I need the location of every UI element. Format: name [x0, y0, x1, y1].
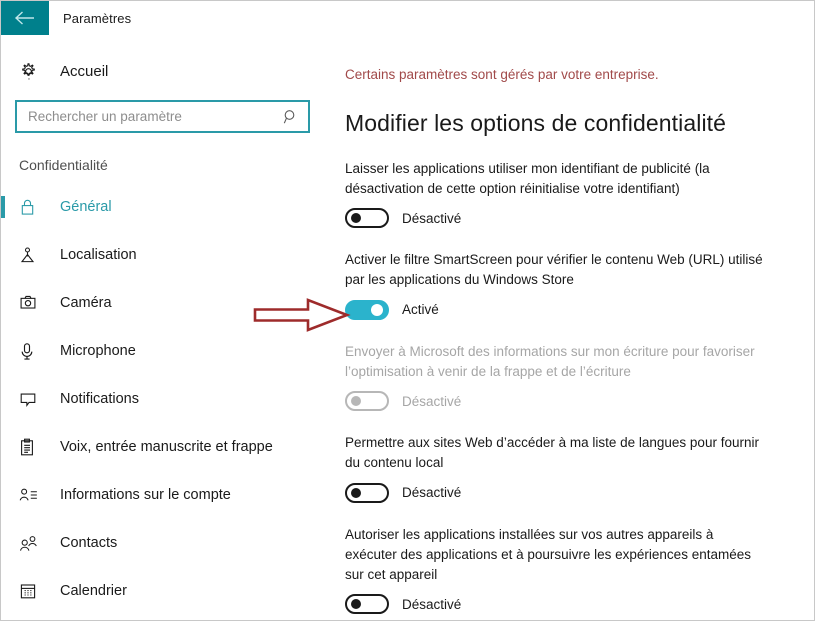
- toggle-language-list[interactable]: [345, 482, 389, 503]
- setting-description: Permettre aux sites Web d’accéder à ma l…: [345, 435, 759, 471]
- setting-typing-inking-telemetry: Envoyer à Microsoft des informations sur…: [345, 342, 800, 412]
- title-bar: Paramètres: [1, 1, 814, 35]
- setting-description: Activer le filtre SmartScreen pour vérif…: [345, 252, 763, 288]
- sidebar-item-account-info-label: Informations sur le compte: [60, 487, 231, 503]
- sidebar-item-camera-label: Caméra: [60, 295, 112, 311]
- sidebar-item-notifications-label: Notifications: [60, 391, 139, 407]
- back-arrow-icon: [14, 11, 34, 25]
- app-title: Paramètres: [63, 10, 132, 26]
- settings-window: Paramètres Accueil Rechercher un paramèt…: [0, 0, 815, 621]
- enterprise-managed-note: Certains paramètres sont gérés par votre…: [345, 67, 659, 82]
- sidebar-item-calendar-label: Calendrier: [60, 583, 127, 599]
- sidebar-item-home-label: Accueil: [60, 62, 109, 80]
- sidebar-item-general[interactable]: Général: [1, 183, 333, 231]
- sidebar-item-camera[interactable]: Caméra: [1, 279, 333, 327]
- toggle-knob: [351, 599, 361, 610]
- calendar-icon: [19, 582, 49, 600]
- setting-description: Autoriser les applications installées su…: [345, 526, 751, 583]
- setting-advertising-id: Laisser les applications utiliser mon id…: [345, 159, 800, 229]
- setting-description: Envoyer à Microsoft des informations sur…: [345, 343, 755, 379]
- page-title: Modifier les options de confidentialité: [345, 109, 727, 136]
- toggle-row: Désactivé: [345, 482, 800, 503]
- lock-icon: [19, 198, 49, 216]
- sidebar-item-microphone[interactable]: Microphone: [1, 327, 333, 375]
- sidebar-item-account-info[interactable]: Informations sur le compte: [1, 471, 333, 519]
- setting-shared-experiences: Autoriser les applications installées su…: [345, 525, 800, 615]
- toggle-state-label: Désactivé: [402, 596, 462, 612]
- setting-smartscreen: Activer le filtre SmartScreen pour vérif…: [345, 250, 800, 320]
- camera-icon: [19, 294, 49, 312]
- sidebar-nav-list: Général Localisation Caméra Microphone N…: [1, 183, 333, 615]
- sidebar-item-speech-inking-typing-label: Voix, entrée manuscrite et frappe: [60, 439, 273, 455]
- contacts-icon: [19, 535, 49, 552]
- search-box[interactable]: [15, 100, 310, 133]
- toggle-advertising-id[interactable]: [345, 208, 389, 229]
- toggle-shared-experiences[interactable]: [345, 594, 389, 615]
- account-info-icon: [19, 487, 49, 503]
- toggle-state-label: Activé: [402, 302, 439, 318]
- toggle-smartscreen[interactable]: [345, 299, 389, 320]
- content-pane: Certains paramètres sont gérés par votre…: [333, 35, 814, 620]
- sidebar-item-speech-inking-typing[interactable]: Voix, entrée manuscrite et frappe: [1, 423, 333, 471]
- toggle-knob: [351, 396, 361, 407]
- toggle-row: Désactivé: [345, 391, 800, 412]
- toggle-row: Désactivé: [345, 208, 800, 229]
- sidebar-section-heading: Confidentialité: [19, 157, 108, 173]
- toggle-knob: [351, 213, 361, 224]
- toggle-knob: [371, 303, 383, 316]
- gear-icon: [19, 62, 49, 81]
- toggle-knob: [351, 487, 361, 498]
- setting-description: Laisser les applications utiliser mon id…: [345, 160, 710, 196]
- toggle-state-label: Désactivé: [402, 210, 462, 226]
- sidebar-item-contacts[interactable]: Contacts: [1, 519, 333, 567]
- clipboard-icon: [19, 438, 49, 457]
- location-icon: [19, 246, 49, 264]
- toggle-typing-inking-telemetry: [345, 391, 389, 412]
- toggle-row: Désactivé: [345, 594, 800, 615]
- sidebar-item-home[interactable]: Accueil: [1, 51, 333, 91]
- back-button[interactable]: [1, 1, 49, 35]
- sidebar-item-microphone-label: Microphone: [60, 343, 136, 359]
- sidebar-item-localisation-label: Localisation: [60, 247, 137, 263]
- sidebar-item-general-label: Général: [60, 199, 112, 215]
- microphone-icon: [19, 342, 49, 361]
- setting-language-list: Permettre aux sites Web d’accéder à ma l…: [345, 433, 800, 503]
- sidebar-item-notifications[interactable]: Notifications: [1, 375, 333, 423]
- search-icon[interactable]: [274, 102, 308, 131]
- sidebar-item-contacts-label: Contacts: [60, 535, 118, 551]
- selection-indicator: [1, 196, 5, 218]
- toggle-state-label: Désactivé: [402, 393, 462, 409]
- sidebar-item-localisation[interactable]: Localisation: [1, 231, 333, 279]
- sidebar-item-calendar[interactable]: Calendrier: [1, 567, 333, 615]
- toggle-state-label: Désactivé: [402, 485, 462, 501]
- search-input[interactable]: [17, 102, 274, 131]
- toggle-row: Activé: [345, 299, 800, 320]
- notification-icon: [19, 391, 49, 408]
- sidebar: Accueil Confidentialité: [1, 35, 333, 620]
